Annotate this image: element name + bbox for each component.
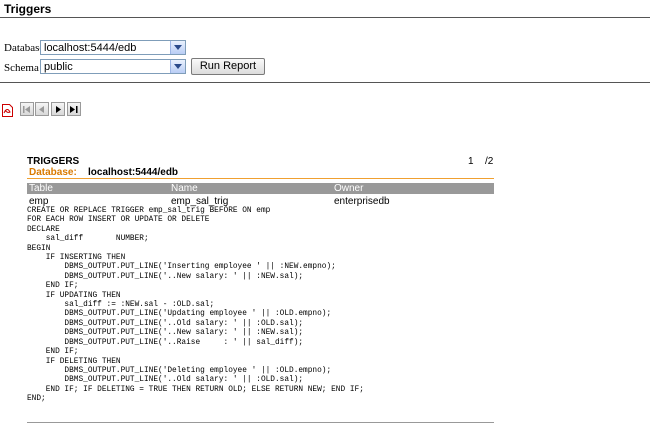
previous-page-icon[interactable]: [35, 102, 49, 116]
page-current: 1: [468, 156, 474, 167]
trigger-source: CREATE OR REPLACE TRIGGER emp_sal_trig B…: [27, 207, 364, 404]
run-report-button[interactable]: Run Report: [191, 58, 265, 75]
schema-label: Schema: [4, 62, 39, 74]
report-header-divider: [27, 178, 494, 179]
page-total: /2: [485, 156, 494, 167]
form-divider: [0, 82, 650, 83]
last-page-icon[interactable]: [67, 102, 81, 116]
cell-owner: enterprisedb: [334, 196, 390, 207]
first-page-icon[interactable]: [20, 102, 34, 116]
column-header-owner: Owner: [334, 183, 364, 194]
report-footer-divider: [27, 422, 494, 423]
report-database-label: Database:: [29, 167, 77, 178]
column-header-table: Table: [29, 183, 53, 194]
schema-select-value: public: [44, 61, 73, 73]
chevron-down-icon[interactable]: [170, 41, 185, 54]
pdf-export-icon[interactable]: [2, 104, 13, 117]
database-select-value: localhost:5444/edb: [44, 42, 137, 54]
schema-select[interactable]: public: [40, 59, 186, 74]
table-header: Table Name Owner: [27, 183, 494, 194]
report-database-value: localhost:5444/edb: [88, 167, 179, 178]
cell-name: emp_sal_trig: [171, 196, 229, 207]
cell-table: emp: [29, 196, 49, 207]
column-header-name: Name: [171, 183, 198, 194]
report-title: TRIGGERS: [27, 156, 80, 167]
page-title: Triggers: [4, 2, 52, 16]
database-select[interactable]: localhost:5444/edb: [40, 40, 186, 55]
database-label: Database: [4, 42, 45, 54]
title-divider: [0, 17, 650, 18]
chevron-down-icon[interactable]: [170, 60, 185, 73]
next-page-icon[interactable]: [51, 102, 65, 116]
